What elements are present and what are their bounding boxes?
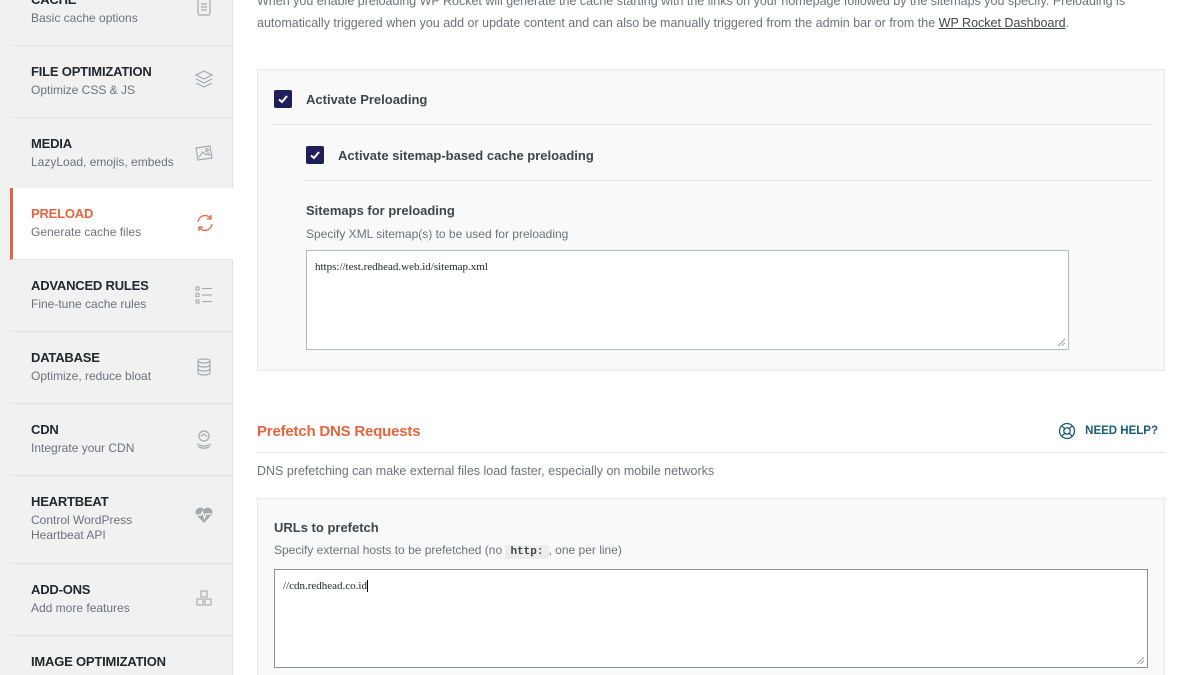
prefetch-settings-card: URLs to prefetch Specify external hosts … xyxy=(257,498,1165,675)
activate-preloading-label: Activate Preloading xyxy=(306,91,428,107)
urls-textarea-value: //cdn.redhead.co.id xyxy=(283,580,367,592)
refresh-icon xyxy=(194,212,216,234)
sidebar-item-image-optimization[interactable]: IMAGE OPTIMIZATION xyxy=(10,636,233,675)
document-icon xyxy=(193,0,215,18)
resize-handle-icon[interactable] xyxy=(1136,656,1145,665)
layers-icon xyxy=(193,68,215,90)
cdn-icon xyxy=(193,428,215,450)
preload-intro: When you enable preloading WP Rocket wil… xyxy=(257,0,1177,34)
urls-prefetch-title: URLs to prefetch xyxy=(274,520,379,535)
sidebar-item-file-optimization[interactable]: FILE OPTIMIZATION Optimize CSS & JS xyxy=(10,46,233,118)
sitemaps-title: Sitemaps for preloading xyxy=(306,203,455,218)
sidebar-item-heartbeat[interactable]: HEARTBEAT Control WordPress Heartbeat AP… xyxy=(10,476,233,564)
sidebar-item-database[interactable]: DATABASE Optimize, reduce bloat xyxy=(10,332,233,404)
sidebar-item-title: IMAGE OPTIMIZATION xyxy=(31,654,166,669)
need-help-label: NEED HELP? xyxy=(1085,425,1158,437)
cubes-icon xyxy=(193,588,215,610)
resize-handle-icon[interactable] xyxy=(1057,338,1066,347)
sidebar-item-add-ons[interactable]: ADD-ONS Add more features xyxy=(10,564,233,636)
sitemap-preloading-row[interactable]: Activate sitemap-based cache preloading xyxy=(306,146,594,164)
list-icon xyxy=(193,284,215,306)
sidebar-item-cdn[interactable]: CDN Integrate your CDN xyxy=(10,404,233,476)
sidebar-item-advanced-rules[interactable]: ADVANCED RULES Fine-tune cache rules xyxy=(10,260,233,332)
urls-prefetch-description: Specify external hosts to be prefetched … xyxy=(274,543,622,559)
sitemap-preloading-label: Activate sitemap-based cache preloading xyxy=(338,147,594,163)
preload-settings-card: Activate Preloading Activate sitemap-bas… xyxy=(257,69,1165,371)
sitemaps-textarea-value: https://test.redhead.web.id/sitemap.xml xyxy=(315,261,488,273)
section-divider xyxy=(257,452,1165,453)
sidebar-item-cache[interactable]: CACHE Basic cache options xyxy=(10,0,233,46)
sidebar-item-preload[interactable]: PRELOAD Generate cache files xyxy=(10,188,234,260)
sitemap-preloading-checkbox[interactable] xyxy=(306,146,324,164)
checkmark-icon xyxy=(310,151,320,160)
preload-intro-end: . xyxy=(1065,16,1070,30)
need-help-button[interactable]: NEED HELP? xyxy=(1058,422,1158,440)
divider xyxy=(274,124,1150,125)
http-code: http: xyxy=(505,545,549,559)
urls-desc-before: Specify external hosts to be prefetched … xyxy=(274,543,503,557)
prefetch-section-title: Prefetch DNS Requests xyxy=(257,423,421,440)
lifebuoy-icon xyxy=(1059,422,1076,440)
urls-desc-after: , one per line) xyxy=(548,543,622,557)
text-cursor xyxy=(367,580,368,593)
activate-preloading-row[interactable]: Activate Preloading xyxy=(274,90,427,108)
main-content: When you enable preloading WP Rocket wil… xyxy=(233,0,1200,675)
divider xyxy=(306,180,1150,181)
sidebar-item-media[interactable]: MEDIA LazyLoad, emojis, embeds xyxy=(10,118,233,190)
prefetch-description: DNS prefetching can make external files … xyxy=(257,464,715,478)
sitemaps-textarea[interactable]: https://test.redhead.web.id/sitemap.xml xyxy=(306,250,1069,350)
sidebar: CACHE Basic cache options FILE OPTIMIZAT… xyxy=(0,0,234,675)
urls-prefetch-textarea[interactable]: //cdn.redhead.co.id xyxy=(274,569,1148,668)
activate-preloading-checkbox[interactable] xyxy=(274,90,292,108)
sidebar-item-subtitle: Control WordPress Heartbeat API xyxy=(31,513,133,542)
checkmark-icon xyxy=(278,95,288,104)
heartbeat-icon xyxy=(193,504,215,526)
database-icon xyxy=(193,356,215,378)
wp-rocket-dashboard-link[interactable]: WP Rocket Dashboard xyxy=(939,16,1066,30)
sitemaps-description: Specify XML sitemap(s) to be used for pr… xyxy=(306,227,569,241)
image-icon xyxy=(193,142,215,164)
